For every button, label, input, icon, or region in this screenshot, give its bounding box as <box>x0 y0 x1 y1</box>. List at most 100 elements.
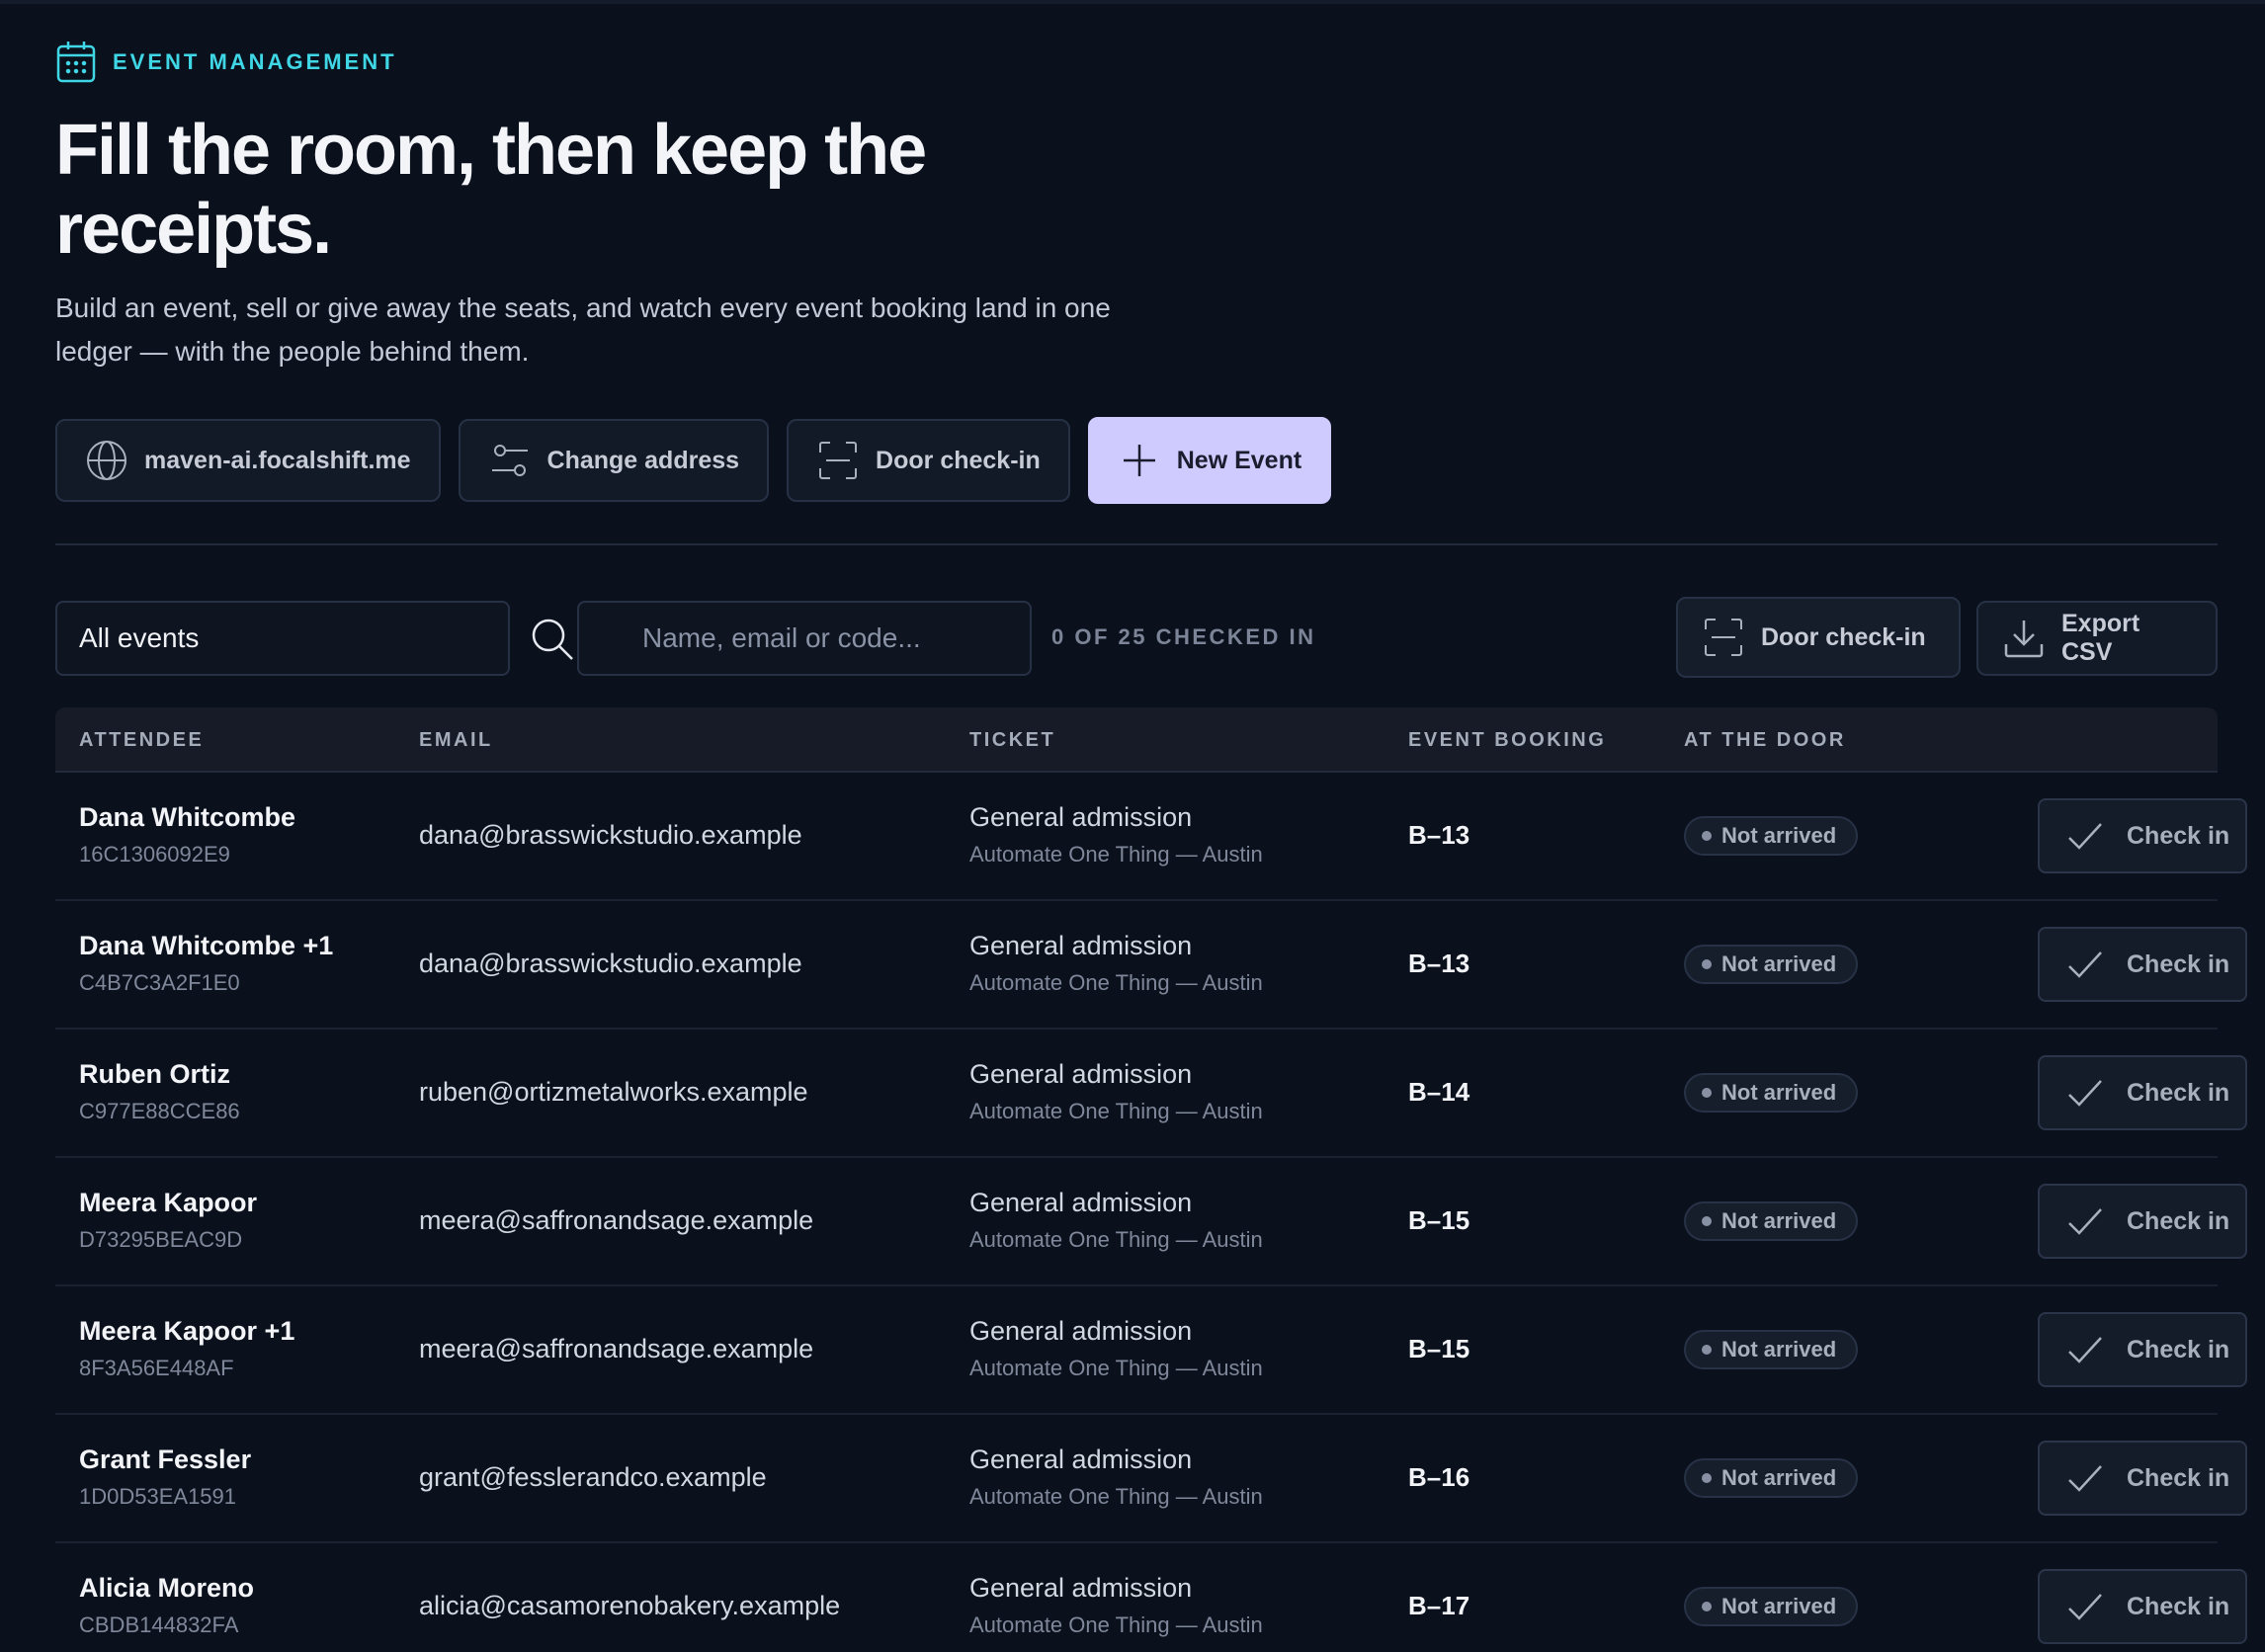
event-filter-value: All events <box>79 622 200 653</box>
attendee-toolbar: All events 0 OF 25 CHECKED IN Door check… <box>55 597 2218 678</box>
event-booking: B–16 <box>1408 1462 1470 1492</box>
check-in-label: Check in <box>2127 950 2230 978</box>
ticket-event: Automate One Thing — Austin <box>969 1099 1263 1123</box>
event-booking: B–17 <box>1408 1591 1470 1620</box>
attendee-code: 1D0D53EA1591 <box>79 1484 237 1509</box>
ticket-event: Automate One Thing — Austin <box>969 1227 1263 1252</box>
plus-icon <box>1123 445 1155 476</box>
table-header: ATTENDEE EMAIL TICKET EVENT BOOKING AT T… <box>55 707 2218 773</box>
domain-button[interactable]: maven-ai.focalshift.me <box>55 419 441 502</box>
attendee-code: C977E88CCE86 <box>79 1099 240 1123</box>
attendee-code: D73295BEAC9D <box>79 1227 243 1252</box>
search-icon <box>532 619 573 660</box>
attendee-code: 16C1306092E9 <box>79 842 230 867</box>
table-row: Meera Kapoor +1 8F3A56E448AF meera@saffr… <box>55 1286 2247 1415</box>
export-csv-label: Export CSV <box>2061 610 2140 666</box>
search-input[interactable] <box>577 601 1032 676</box>
check-in-label: Check in <box>2127 1463 2230 1492</box>
page-subtitle: Build an event, sell or give away the se… <box>55 292 1111 367</box>
column-event-booking: EVENT BOOKING <box>1408 729 1607 751</box>
ticket-event: Automate One Thing — Austin <box>969 842 1263 867</box>
status-badge: Not arrived <box>1684 1458 1859 1498</box>
door-checkin-button[interactable]: Door check-in <box>787 419 1070 502</box>
change-address-button[interactable]: Change address <box>458 419 770 502</box>
column-attendee: ATTENDEE <box>79 729 205 751</box>
eyebrow: EVENT MANAGEMENT <box>55 40 397 85</box>
attendee-table-body: Dana Whitcombe 16C1306092E9 dana@brasswi… <box>55 773 2247 1652</box>
check-in-label: Check in <box>2127 1078 2230 1107</box>
check-in-button[interactable]: Check in <box>2038 798 2247 873</box>
event-filter-select[interactable]: All events <box>55 601 510 676</box>
check-in-button[interactable]: Check in <box>2038 1441 2247 1516</box>
check-icon <box>2068 1208 2102 1235</box>
ticket-event: Automate One Thing — Austin <box>969 970 1263 995</box>
page-title: Fill the room, then keep the receipts. <box>55 111 927 269</box>
table-row: Dana Whitcombe 16C1306092E9 dana@brasswi… <box>55 773 2247 901</box>
table-row: Grant Fessler 1D0D53EA1591 grant@fessler… <box>55 1415 2247 1543</box>
event-booking: B–15 <box>1408 1205 1470 1235</box>
status-badge: Not arrived <box>1684 816 1859 856</box>
event-booking: B–15 <box>1408 1334 1470 1363</box>
table-row: Meera Kapoor D73295BEAC9D meera@saffrona… <box>55 1158 2247 1286</box>
ticket-type: General admission <box>969 1188 1193 1217</box>
check-in-label: Check in <box>2127 1206 2230 1235</box>
download-icon <box>2004 620 2044 658</box>
status-badge: Not arrived <box>1684 1330 1859 1369</box>
attendee-name: Dana Whitcombe <box>79 802 296 832</box>
column-email: EMAIL <box>419 729 493 751</box>
table-row: Alicia Moreno CBDB144832FA alicia@casamo… <box>55 1543 2247 1652</box>
check-icon <box>2068 1594 2102 1620</box>
top-edge <box>0 0 2265 4</box>
attendee-name: Dana Whitcombe +1 <box>79 931 334 960</box>
sliders-icon <box>491 445 528 476</box>
status-badge: Not arrived <box>1684 945 1859 984</box>
check-in-button[interactable]: Check in <box>2038 1184 2247 1259</box>
attendee-email: grant@fesslerandco.example <box>419 1462 767 1492</box>
attendee-email: dana@brasswickstudio.example <box>419 949 802 978</box>
attendee-email: alicia@casamorenobakery.example <box>419 1591 841 1620</box>
attendee-name: Ruben Ortiz <box>79 1059 230 1089</box>
check-in-label: Check in <box>2127 1592 2230 1620</box>
door-checkin-label: Door check-in <box>876 446 1041 474</box>
check-in-label: Check in <box>2127 1335 2230 1363</box>
table-row: Dana Whitcombe +1 C4B7C3A2F1E0 dana@bras… <box>55 901 2247 1030</box>
globe-icon <box>87 441 126 480</box>
table-row: Ruben Ortiz C977E88CCE86 ruben@ortizmeta… <box>55 1030 2247 1158</box>
change-address-label: Change address <box>546 446 740 474</box>
check-in-button[interactable]: Check in <box>2038 1312 2247 1387</box>
toolbar-door-checkin-button[interactable]: Door check-in <box>1676 597 1961 678</box>
ticket-type: General admission <box>969 1445 1193 1474</box>
checked-in-count: 0 OF 25 CHECKED IN <box>1051 624 1316 649</box>
attendee-name: Grant Fessler <box>79 1445 252 1474</box>
new-event-label: New Event <box>1176 446 1302 474</box>
check-in-button[interactable]: Check in <box>2038 1569 2247 1644</box>
attendee-name: Alicia Moreno <box>79 1573 255 1603</box>
check-icon <box>2068 951 2102 978</box>
ticket-type: General admission <box>969 931 1193 960</box>
calendar-icon <box>56 41 96 83</box>
scan-icon <box>1705 619 1742 656</box>
scan-icon <box>819 442 858 479</box>
event-booking: B–14 <box>1408 1077 1470 1107</box>
check-icon <box>2068 1080 2102 1107</box>
ticket-type: General admission <box>969 1316 1193 1346</box>
attendee-name: Meera Kapoor <box>79 1188 258 1217</box>
new-event-button[interactable]: New Event <box>1087 417 1332 504</box>
check-in-label: Check in <box>2127 821 2230 850</box>
column-at-the-door: AT THE DOOR <box>1684 729 1846 751</box>
check-in-button[interactable]: Check in <box>2038 927 2247 1002</box>
attendee-email: ruben@ortizmetalworks.example <box>419 1077 808 1107</box>
attendee-code: C4B7C3A2F1E0 <box>79 970 240 995</box>
ticket-event: Automate One Thing — Austin <box>969 1484 1263 1509</box>
header-actions: maven-ai.focalshift.me Change address Do… <box>55 417 1332 504</box>
attendee-code: CBDB144832FA <box>79 1612 239 1637</box>
check-icon <box>2068 1337 2102 1363</box>
column-ticket: TICKET <box>969 729 1056 751</box>
export-csv-button[interactable]: Export CSV <box>1976 601 2218 676</box>
check-icon <box>2068 1465 2102 1492</box>
check-in-button[interactable]: Check in <box>2038 1055 2247 1130</box>
event-booking: B–13 <box>1408 949 1470 978</box>
ticket-event: Automate One Thing — Austin <box>969 1612 1263 1637</box>
ticket-type: General admission <box>969 1059 1193 1089</box>
eyebrow-label: EVENT MANAGEMENT <box>113 49 397 74</box>
